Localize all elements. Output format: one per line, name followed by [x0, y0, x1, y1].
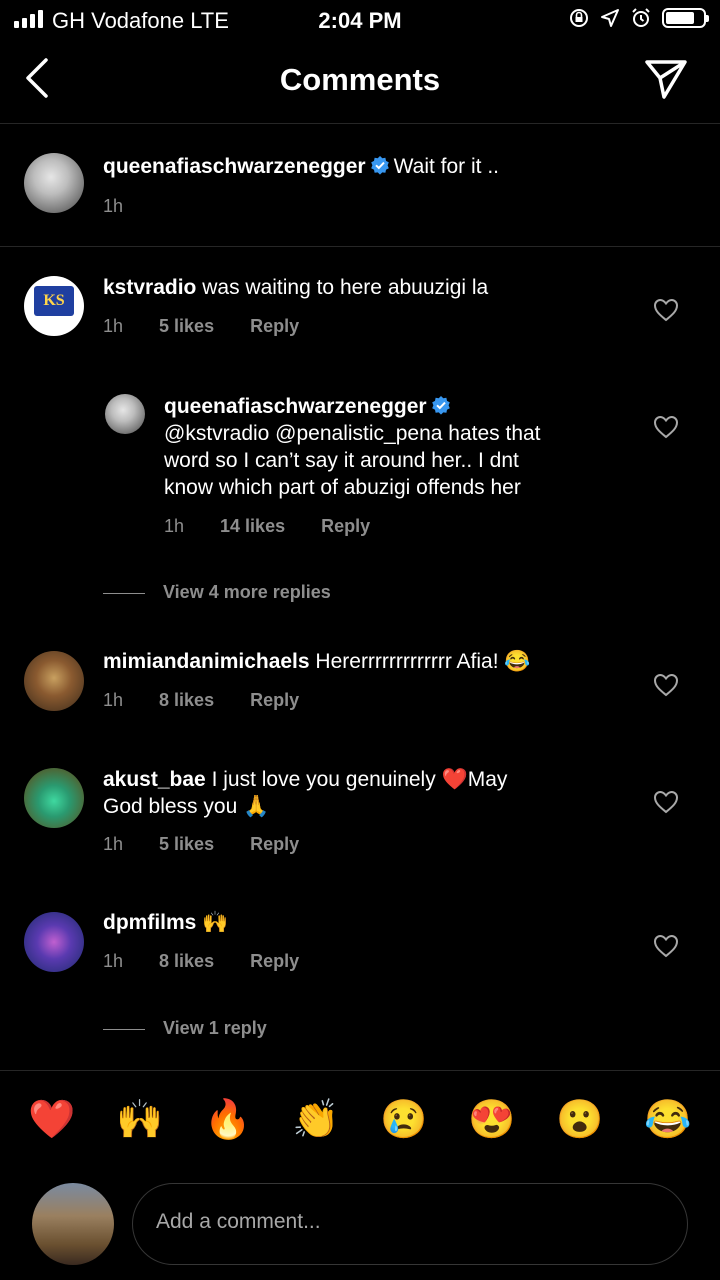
comment-row: akust_bae I just love you genuinely ❤️Ma… [103, 766, 507, 820]
header-divider [0, 123, 720, 124]
emoji-bar: ❤️ 🙌 🔥 👏 😢 😍 😮 😂 [22, 1098, 698, 1142]
rotation-lock-icon [570, 9, 588, 27]
comment-input-placeholder: Add a comment... [156, 1210, 321, 1233]
likes-count[interactable]: 5 likes [159, 834, 214, 854]
avatar[interactable] [105, 394, 145, 434]
like-heart-icon[interactable] [653, 298, 679, 322]
kstv-logo-icon: KS [34, 286, 74, 316]
like-heart-icon[interactable] [653, 673, 679, 697]
avatar[interactable]: KS [24, 276, 84, 336]
emoji-surprised[interactable]: 😮 [550, 1098, 610, 1142]
avatar[interactable] [24, 768, 84, 828]
comment-username[interactable]: dpmfilms [103, 911, 196, 934]
comment-username[interactable]: mimiandanimichaels [103, 650, 310, 673]
comment-time: 1h [103, 834, 124, 854]
comment-text: was waiting to here abuuzigi la [202, 276, 489, 299]
emoji-fire[interactable]: 🔥 [198, 1098, 258, 1142]
reply-button[interactable]: Reply [250, 316, 299, 336]
view-more-label[interactable]: View 1 reply [163, 1018, 267, 1038]
comment-text-line: God bless you 🙏 [103, 795, 270, 818]
view-more-label[interactable]: View 4 more replies [163, 582, 331, 602]
like-heart-icon[interactable] [653, 415, 679, 439]
verified-badge-icon [370, 156, 389, 175]
battery-icon [662, 8, 709, 28]
caption-divider [0, 246, 720, 247]
comment-time: 1h [103, 316, 124, 336]
comment-text: 🙌 [202, 911, 229, 934]
reply-button[interactable]: Reply [250, 834, 299, 854]
comment-username[interactable]: kstvradio [103, 276, 196, 299]
thread-line [103, 1028, 145, 1030]
emoji-laughing[interactable]: 😂 [638, 1098, 698, 1142]
view-more-replies[interactable]: View 1 reply [103, 1018, 267, 1039]
comment-row: dpmfilms 🙌 [103, 909, 228, 936]
likes-count[interactable]: 5 likes [159, 316, 214, 336]
share-send-icon[interactable] [644, 58, 688, 100]
location-icon [601, 9, 619, 27]
reply-button[interactable]: Reply [321, 516, 370, 536]
likes-count[interactable]: 8 likes [159, 951, 214, 971]
like-heart-icon[interactable] [653, 934, 679, 958]
caption-time: 1h [103, 196, 124, 216]
verified-badge-icon [431, 396, 450, 415]
comment-text: Hererrrrrrrrrrrrr Afia! 😂 [315, 650, 531, 673]
thread-line [103, 592, 145, 594]
comment-row: mimiandanimichaels Hererrrrrrrrrrrrr Afi… [103, 648, 531, 675]
comment-time: 1h [103, 951, 124, 971]
caption-username[interactable]: queenafiaschwarzenegger [103, 155, 366, 178]
likes-count[interactable]: 14 likes [220, 516, 285, 536]
page-title: Comments [279, 62, 441, 97]
composer-divider [0, 1070, 720, 1071]
comment-time: 1h [103, 690, 124, 710]
view-more-replies[interactable]: View 4 more replies [103, 582, 331, 603]
reply-text-line: word so I can’t say it around her.. I dn… [164, 449, 519, 472]
reply-username[interactable]: queenafiaschwarzenegger [164, 395, 427, 418]
comment-text: I just love you genuinely ❤️May [211, 768, 508, 791]
emoji-crying[interactable]: 😢 [374, 1098, 434, 1142]
emoji-raised-hands[interactable]: 🙌 [110, 1098, 170, 1142]
avatar[interactable] [32, 1183, 114, 1265]
likes-count[interactable]: 8 likes [159, 690, 214, 710]
emoji-heart[interactable]: ❤️ [22, 1098, 82, 1142]
emoji-heart-eyes[interactable]: 😍 [462, 1098, 522, 1142]
comment-time: 1h [164, 516, 185, 536]
caption: queenafiaschwarzenegger Wait for it .. [103, 153, 499, 180]
alarm-icon [632, 8, 650, 27]
comment-row: kstvradio was waiting to here abuuzigi l… [103, 274, 488, 301]
reply-text-line: know which part of abuzigi offends her [164, 476, 521, 499]
emoji-clap[interactable]: 👏 [286, 1098, 346, 1142]
reply-button[interactable]: Reply [250, 951, 299, 971]
reply-row: queenafiaschwarzenegger @kstvradio @pena… [164, 393, 541, 501]
avatar[interactable] [24, 912, 84, 972]
like-heart-icon[interactable] [653, 790, 679, 814]
status-bar: GH Vodafone LTE 2:04 PM [0, 0, 720, 40]
reply-button[interactable]: Reply [250, 690, 299, 710]
comment-username[interactable]: akust_bae [103, 768, 206, 791]
status-icons [568, 7, 709, 29]
reply-text-line: @kstvradio @penalistic_pena hates that [164, 422, 541, 445]
avatar[interactable] [24, 153, 84, 213]
caption-text: Wait for it .. [393, 155, 499, 178]
avatar[interactable] [24, 651, 84, 711]
